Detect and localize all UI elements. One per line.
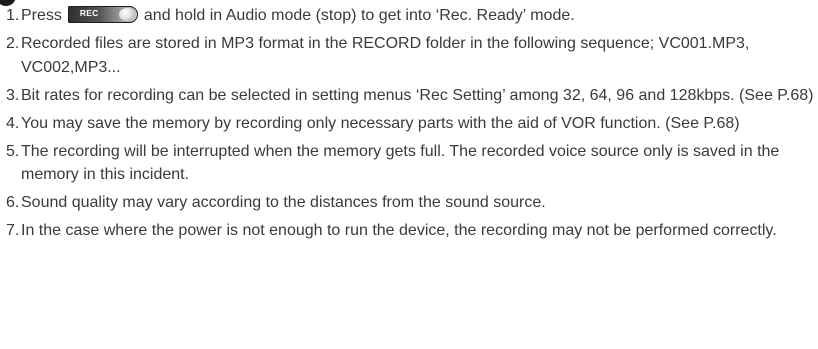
list-item: 5. The recording will be interrupted whe…	[6, 140, 814, 187]
list-item: 3. Bit rates for recording can be select…	[6, 84, 814, 108]
list-item: 7. In the case where the power is not en…	[6, 219, 814, 243]
item-text: Recorded files are stored in MP3 format …	[21, 35, 750, 76]
rec-button-icon: REC	[67, 6, 138, 23]
item-text-after: and hold in Audio mode (stop) to get int…	[143, 7, 575, 24]
list-item: 6. Sound quality may vary according to t…	[6, 191, 814, 215]
item-text: Bit rates for recording can be selected …	[21, 86, 814, 104]
item-number: 7.	[6, 222, 20, 239]
item-text: Sound quality may vary according to the …	[21, 194, 546, 211]
item-text: The recording will be interrupted when t…	[21, 142, 780, 184]
rec-button-label: REC	[79, 8, 99, 18]
item-number: 1.	[6, 7, 20, 24]
item-number: 2.	[6, 35, 20, 52]
item-text: In the case where the power is not enoug…	[21, 222, 777, 239]
item-number: 4.	[6, 114, 20, 132]
list-item: 4. You may save the memory by recording …	[6, 112, 814, 136]
list-item: 1. Press REC and hold in Audio mode (stop)…	[6, 4, 814, 28]
item-text: You may save the memory by recording onl…	[21, 114, 740, 132]
item-number: 3.	[6, 86, 20, 104]
item-number: 5.	[6, 142, 20, 160]
item-number: 6.	[6, 194, 20, 211]
list-item: 2. Recorded files are stored in MP3 form…	[6, 32, 814, 79]
recording-notes-list: 1. Press REC and hold in Audio mode (stop)…	[6, 4, 814, 243]
rec-button-knob	[118, 8, 135, 21]
item-text-before: Press	[21, 7, 62, 24]
